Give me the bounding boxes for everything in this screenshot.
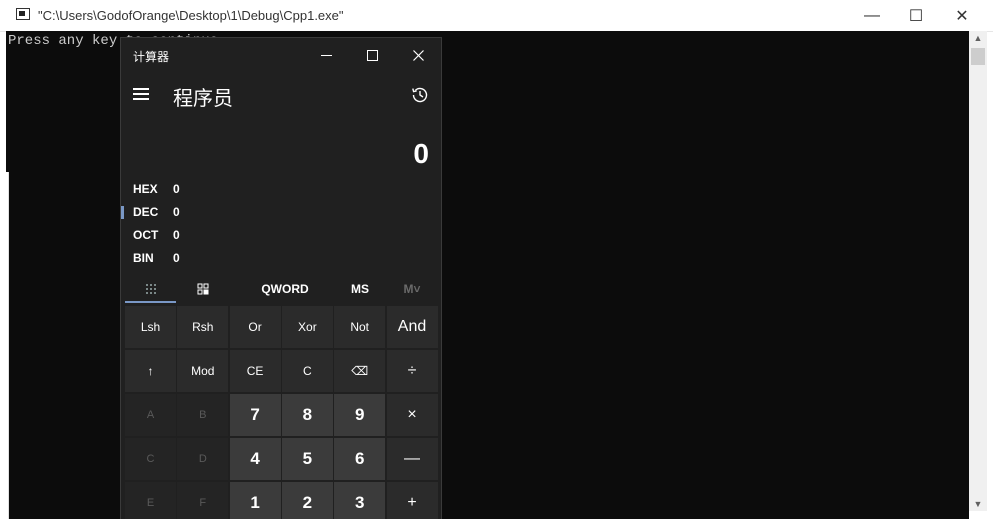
radix-value: 0 xyxy=(173,182,180,196)
digit-1-button[interactable]: 1 xyxy=(229,482,281,519)
radix-label: HEX xyxy=(133,182,158,196)
calculator-titlebar[interactable]: 计算器 xyxy=(121,38,441,72)
scroll-down-icon[interactable]: ▼ xyxy=(969,497,987,511)
digit-6-button[interactable]: 6 xyxy=(334,438,386,480)
and-button[interactable]: And xyxy=(386,306,438,348)
radix-hex-row[interactable]: HEX 0 xyxy=(121,178,441,201)
radix-label: BIN xyxy=(133,251,154,265)
calc-close-icon[interactable] xyxy=(395,38,441,72)
console-maximize-button[interactable]: ☐ xyxy=(893,0,939,31)
background-editor-strip xyxy=(0,172,9,519)
or-button[interactable]: Or xyxy=(229,306,281,348)
memory-store-button[interactable]: MS xyxy=(335,277,385,301)
digit-9-button[interactable]: 9 xyxy=(334,394,386,436)
full-keypad-icon[interactable] xyxy=(125,277,176,301)
digit-2-button[interactable]: 2 xyxy=(281,482,333,519)
hex-c-button: C xyxy=(125,438,176,480)
display-value: 0 xyxy=(413,138,429,169)
digit-5-button[interactable]: 5 xyxy=(281,438,333,480)
hamburger-menu-icon[interactable] xyxy=(133,88,149,100)
console-scrollbar[interactable]: ▲ ▼ xyxy=(969,31,987,511)
radix-value: 0 xyxy=(173,205,180,219)
memory-list-button: M˅ xyxy=(403,282,421,296)
scroll-up-icon[interactable]: ▲ xyxy=(969,31,987,45)
calculator-window: 计算器 程序员 0 HEX 0 DEC 0 OCT 0 BIN 0 QWORD … xyxy=(121,38,441,519)
hex-f-button: F xyxy=(177,482,229,519)
backspace-button[interactable]: ⌫ xyxy=(334,350,386,392)
keypad-toolbar: QWORD MS M˅ xyxy=(125,277,437,303)
radix-label: DEC xyxy=(133,205,159,219)
hex-e-button: E xyxy=(125,482,176,519)
radix-dec-row[interactable]: DEC 0 xyxy=(121,201,441,224)
active-tab-underline xyxy=(125,301,176,303)
multiply-button[interactable]: × xyxy=(386,394,438,436)
radix-bin-row[interactable]: BIN 0 xyxy=(121,247,441,270)
add-button[interactable]: + xyxy=(386,482,438,519)
bit-toggle-keypad-icon[interactable] xyxy=(177,277,228,301)
hex-b-button: B xyxy=(177,394,229,436)
xor-button[interactable]: Xor xyxy=(281,306,333,348)
digit-3-button[interactable]: 3 xyxy=(334,482,386,519)
digit-8-button[interactable]: 8 xyxy=(281,394,333,436)
radix-value: 0 xyxy=(173,228,180,242)
calculator-title: 计算器 xyxy=(133,50,170,64)
scroll-thumb[interactable] xyxy=(971,48,985,65)
calc-maximize-icon[interactable] xyxy=(349,38,395,72)
not-button[interactable]: Not xyxy=(334,306,386,348)
subtract-button[interactable]: — xyxy=(386,438,438,480)
console-titlebar[interactable]: "C:\Users\GodofOrange\Desktop\1\Debug\Cp… xyxy=(0,0,993,32)
digit-7-button[interactable]: 7 xyxy=(229,394,281,436)
word-size-button[interactable]: QWORD xyxy=(245,277,325,301)
clear-button[interactable]: C xyxy=(281,350,333,392)
shift-button[interactable]: ↑ xyxy=(125,350,176,392)
history-icon[interactable] xyxy=(410,85,430,105)
radix-value: 0 xyxy=(173,251,180,265)
hex-a-button: A xyxy=(125,394,176,436)
divide-button[interactable]: ÷ xyxy=(386,350,438,392)
hex-d-button: D xyxy=(177,438,229,480)
rsh-button[interactable]: Rsh xyxy=(177,306,229,348)
console-app-icon xyxy=(16,8,30,20)
console-minimize-button[interactable]: — xyxy=(849,0,895,31)
calc-minimize-icon[interactable] xyxy=(303,38,349,72)
lsh-button[interactable]: Lsh xyxy=(125,306,176,348)
digit-4-button[interactable]: 4 xyxy=(229,438,281,480)
clear-entry-button[interactable]: CE xyxy=(229,350,281,392)
calculator-mode-title: 程序员 xyxy=(173,88,233,110)
radix-oct-row[interactable]: OCT 0 xyxy=(121,224,441,247)
radix-label: OCT xyxy=(133,228,159,242)
selected-radix-indicator xyxy=(121,206,124,219)
mod-button[interactable]: Mod xyxy=(177,350,229,392)
console-close-button[interactable]: ✕ xyxy=(939,0,985,31)
console-title: "C:\Users\GodofOrange\Desktop\1\Debug\Cp… xyxy=(38,8,344,23)
